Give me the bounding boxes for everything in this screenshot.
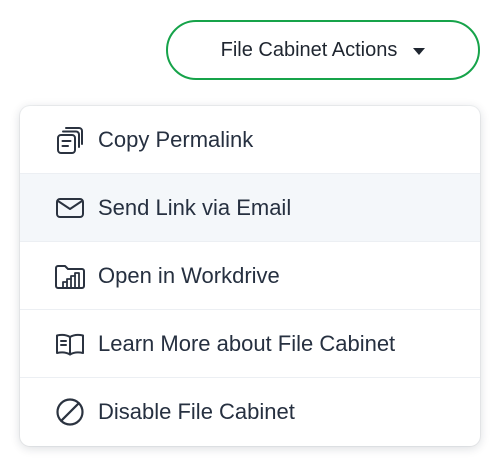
menu-item-send-link-via-email[interactable]: Send Link via Email <box>20 174 480 242</box>
menu-item-label: Learn More about File Cabinet <box>98 330 396 356</box>
menu-item-disable-file-cabinet[interactable]: Disable File Cabinet <box>20 378 480 446</box>
menu-item-copy-permalink[interactable]: Copy Permalink <box>20 106 480 174</box>
envelope-icon <box>52 190 88 226</box>
caret-down-icon <box>413 47 426 55</box>
copy-icon <box>52 122 88 158</box>
menu-item-learn-more[interactable]: Learn More about File Cabinet <box>20 310 480 378</box>
ban-icon <box>52 394 88 430</box>
menu-item-open-in-workdrive[interactable]: Open in Workdrive <box>20 242 480 310</box>
menu-item-label: Send Link via Email <box>98 194 292 220</box>
file-cabinet-actions-menu: Copy Permalink Send Link via Email Open … <box>20 106 480 446</box>
book-icon <box>52 326 88 362</box>
menu-item-label: Disable File Cabinet <box>98 399 295 424</box>
file-cabinet-actions-label: File Cabinet Actions <box>220 38 398 61</box>
menu-item-label: Open in Workdrive <box>98 262 280 288</box>
workdrive-folder-icon <box>52 258 88 294</box>
menu-item-label: Copy Permalink <box>98 126 254 152</box>
file-cabinet-actions-button[interactable]: File Cabinet Actions <box>166 20 480 80</box>
